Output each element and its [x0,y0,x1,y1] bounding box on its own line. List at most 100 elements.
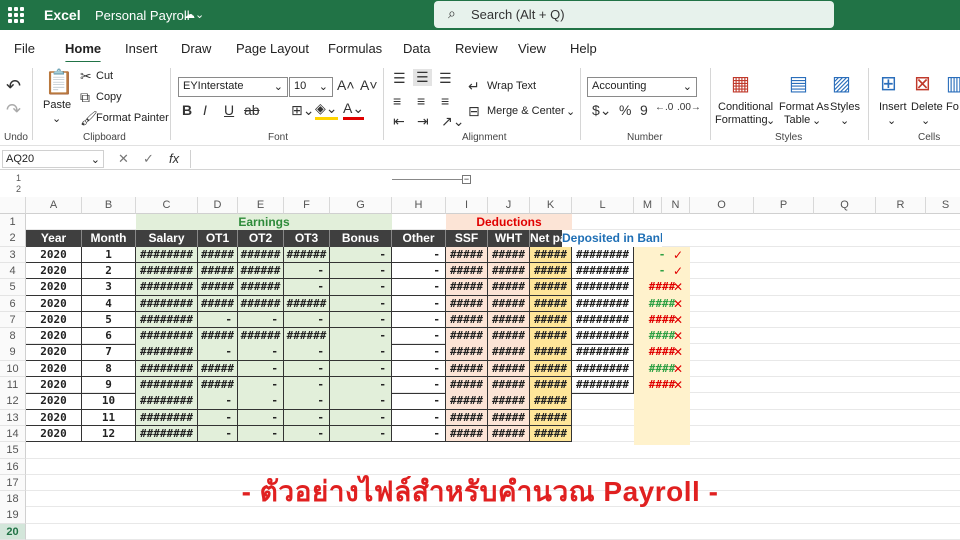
table-cell-ot2[interactable]: ###### [238,246,284,264]
table-cell-bank[interactable]: ######## [572,377,634,394]
row-header-4[interactable]: 4 [0,262,26,280]
tab-draw[interactable]: Draw [181,41,211,56]
cut-button[interactable]: Cut [96,70,113,82]
row-header-15[interactable]: 15 [0,442,26,459]
table-cell-wht[interactable]: ##### [488,328,530,345]
row-header-1[interactable]: 1 [0,214,26,231]
enter-icon[interactable]: ✓ [143,151,154,167]
table-header-cell[interactable]: Salary [136,230,198,247]
check-value-cell[interactable] [634,393,690,410]
table-cell-ssf[interactable]: ##### [446,295,488,312]
number-format-select[interactable]: Accounting ⌄ [587,77,697,97]
table-cell-net[interactable]: ##### [530,344,572,361]
chevron-down-icon[interactable]: ⌄ [566,105,575,118]
tab-view[interactable]: View [518,41,546,56]
table-cell-ot2[interactable]: - [238,425,284,443]
table-cell-year[interactable]: 2020 [26,360,82,378]
table-cell-wht[interactable]: ##### [488,360,530,378]
table-cell-ot2[interactable]: - [238,311,284,329]
table-cell-wht[interactable]: ##### [488,409,530,427]
table-cell-wht[interactable]: ##### [488,344,530,361]
align-right-icon[interactable]: ≡ [441,93,449,109]
column-header-k[interactable]: K [530,197,572,214]
table-cell-ot3[interactable]: - [284,377,330,394]
table-cell-year[interactable]: 2020 [26,393,82,410]
column-header-c[interactable]: C [136,197,198,214]
insert-function-icon[interactable]: fx [169,151,179,166]
row-header-12[interactable]: 12 [0,393,26,410]
table-cell-year[interactable]: 2020 [26,279,82,296]
chevron-down-icon[interactable]: ⌄ [887,114,896,127]
table-cell-ot3[interactable]: - [284,262,330,280]
table-cell-salary[interactable]: ######## [136,393,198,410]
table-cell-bonus[interactable]: - [330,246,392,264]
row-header-2[interactable]: 2 [0,230,26,247]
column-header-b[interactable]: B [82,197,136,214]
table-cell-year[interactable]: 2020 [26,344,82,361]
table-cell-other[interactable]: - [392,279,446,296]
table-header-cell[interactable]: SSF [446,230,488,247]
table-cell-year[interactable]: 2020 [26,377,82,394]
tab-home[interactable]: Home [65,41,102,64]
table-cell-other[interactable]: - [392,425,446,443]
table-cell-salary[interactable]: ######## [136,262,198,280]
cut-icon[interactable]: ✂ [80,68,92,85]
table-cell-ot1[interactable]: - [198,344,238,361]
table-cell-ssf[interactable]: ##### [446,328,488,345]
table-cell-month[interactable]: 7 [82,344,136,361]
cloud-saved-icon[interactable]: ☁⌄ [184,8,204,21]
table-cell-month[interactable]: 2 [82,262,136,280]
table-cell-month[interactable]: 1 [82,246,136,264]
collapse-group-icon[interactable]: − [462,175,471,184]
table-cell-year[interactable]: 2020 [26,425,82,443]
table-header-cell[interactable]: WHT [488,230,530,247]
delete-cells-icon[interactable]: ⊠ [914,71,931,96]
check-value-cell[interactable] [634,425,690,443]
insert-cells-icon[interactable]: ⊞ [880,71,897,96]
row-header-10[interactable]: 10 [0,360,26,378]
app-launcher-icon[interactable] [8,7,24,23]
table-cell-wht[interactable]: ##### [488,377,530,394]
tab-data[interactable]: Data [403,41,430,56]
table-cell-ssf[interactable]: ##### [446,311,488,329]
underline-icon[interactable]: U [224,102,234,118]
outline-level-2[interactable]: 2 [16,184,21,194]
italic-icon[interactable]: I [203,102,207,118]
increase-font-icon[interactable]: A˄ [337,77,355,93]
table-cell-bonus[interactable]: - [330,311,392,329]
format-as-table-label[interactable]: Format As [779,101,829,113]
table-cell-ot2[interactable]: ###### [238,295,284,312]
decrease-decimal-icon[interactable]: .00→ [677,102,701,113]
row-header-5[interactable]: 5 [0,279,26,296]
table-cell-ot3[interactable]: - [284,311,330,329]
table-cell-bonus[interactable]: - [330,360,392,378]
column-header-o[interactable]: O [690,197,754,214]
table-cell-net[interactable]: ##### [530,279,572,296]
table-cell-ssf[interactable]: ##### [446,246,488,264]
table-cell-ot3[interactable]: - [284,393,330,410]
table-cell-bonus[interactable]: - [330,328,392,345]
table-cell-other[interactable]: - [392,262,446,280]
table-cell-ot2[interactable]: - [238,377,284,394]
cell-styles-button[interactable]: Styles [830,101,860,113]
deductions-group-label[interactable]: Deductions [446,214,572,231]
decrease-font-icon[interactable]: A˅ [360,77,378,93]
column-header-f[interactable]: F [284,197,330,214]
table-cell-net[interactable]: ##### [530,328,572,345]
app-name[interactable]: Excel [44,7,81,23]
conditional-formatting-label[interactable]: Conditional [718,101,773,113]
table-cell-ot1[interactable]: ##### [198,246,238,264]
table-cell-wht[interactable]: ##### [488,311,530,329]
table-cell-net[interactable]: ##### [530,360,572,378]
table-cell-ot2[interactable]: ###### [238,328,284,345]
font-size-select[interactable]: 10 ⌄ [289,77,333,97]
column-header-i[interactable]: I [446,197,488,214]
table-cell-salary[interactable]: ######## [136,377,198,394]
table-cell-bonus[interactable]: - [330,409,392,427]
table-cell-ot3[interactable]: ###### [284,328,330,345]
check-value-cell[interactable] [634,409,690,427]
table-cell-other[interactable]: - [392,311,446,329]
table-cell-year[interactable]: 2020 [26,246,82,264]
format-as-table-icon[interactable]: ▤ [789,71,808,96]
chevron-down-icon[interactable]: ⌄ [812,114,821,127]
